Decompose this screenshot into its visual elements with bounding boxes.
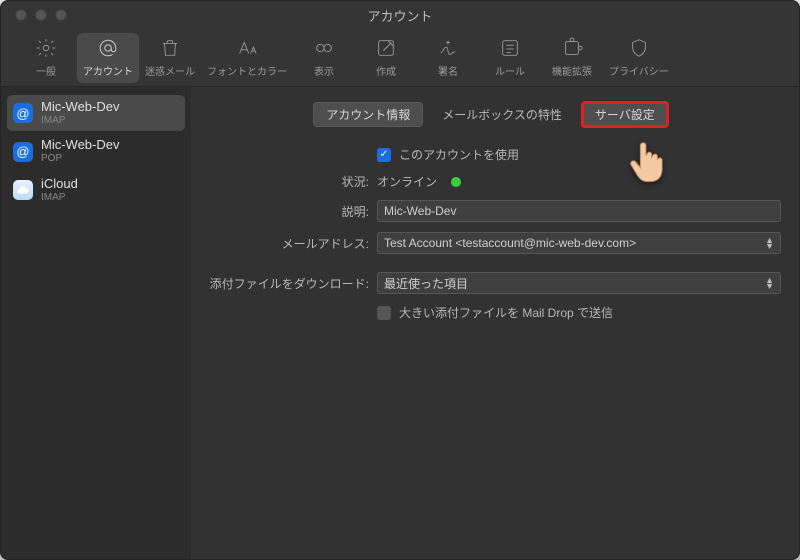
toolbar-label: 署名	[438, 63, 458, 78]
window-title: アカウント	[1, 6, 799, 25]
download-select[interactable]: 最近使った項目 ▲▼	[377, 272, 781, 294]
titlebar: アカウント	[1, 1, 799, 29]
enable-account-label: このアカウントを使用	[399, 146, 519, 163]
toolbar-accounts[interactable]: アカウント	[77, 33, 139, 83]
settings-panel: アカウント情報 メールボックスの特性 サーバ設定 ✓ このアカウントを使用 状況…	[191, 87, 799, 559]
eyes-icon	[313, 37, 335, 59]
trash-icon	[159, 37, 181, 59]
account-type: IMAP	[41, 115, 120, 127]
preferences-window: アカウント 一般 アカウント 迷惑メール フォントとカラー 表示 作成 署	[0, 0, 800, 560]
toolbar-composing[interactable]: 作成	[355, 33, 417, 83]
at-icon: @	[13, 142, 33, 162]
row-email: メールアドレス: Test Account <testaccount@mic-w…	[201, 232, 781, 254]
toolbar-label: ルール	[495, 63, 525, 78]
toolbar-label: 機能拡張	[552, 63, 592, 78]
row-maildrop: 大きい添付ファイルを Mail Drop で送信	[201, 304, 781, 321]
tabbar: アカウント情報 メールボックスの特性 サーバ設定	[201, 101, 781, 128]
toolbar-label: プライバシー	[609, 63, 669, 78]
compose-icon	[375, 37, 397, 59]
rules-icon	[499, 37, 521, 59]
tab-account-info[interactable]: アカウント情報	[313, 102, 423, 127]
row-enable-account: ✓ このアカウントを使用	[201, 146, 781, 163]
extension-icon	[561, 37, 583, 59]
signature-icon	[437, 37, 459, 59]
maildrop-checkbox[interactable]	[377, 306, 391, 320]
cloud-icon	[13, 180, 33, 200]
toolbar: 一般 アカウント 迷惑メール フォントとカラー 表示 作成 署名 ルール	[1, 29, 799, 87]
email-select[interactable]: Test Account <testaccount@mic-web-dev.co…	[377, 232, 781, 254]
account-type: IMAP	[41, 192, 78, 204]
account-name: Mic-Web-Dev	[41, 100, 120, 115]
at-icon: @	[13, 103, 33, 123]
row-description: 説明: Mic-Web-Dev	[201, 200, 781, 222]
email-label: メールアドレス:	[201, 235, 369, 252]
font-icon	[236, 37, 258, 59]
row-download: 添付ファイルをダウンロード: 最近使った項目 ▲▼	[201, 272, 781, 294]
enable-account-checkbox[interactable]: ✓	[377, 148, 391, 162]
at-icon	[97, 37, 119, 59]
account-type: POP	[41, 153, 120, 165]
account-name: iCloud	[41, 177, 78, 192]
toolbar-label: 表示	[314, 63, 334, 78]
download-label: 添付ファイルをダウンロード:	[201, 275, 369, 292]
chevron-updown-icon: ▲▼	[765, 237, 774, 249]
account-item[interactable]: iCloud IMAP	[7, 172, 185, 208]
gear-icon	[35, 37, 57, 59]
toolbar-signatures[interactable]: 署名	[417, 33, 479, 83]
toolbar-label: 迷惑メール	[145, 63, 195, 78]
account-item[interactable]: @ Mic-Web-Dev POP	[7, 133, 185, 169]
toolbar-label: アカウント	[83, 63, 133, 78]
status-label: 状況:	[201, 173, 369, 190]
toolbar-fonts[interactable]: フォントとカラー	[201, 33, 293, 83]
toolbar-junk[interactable]: 迷惑メール	[139, 33, 201, 83]
account-item[interactable]: @ Mic-Web-Dev IMAP	[7, 95, 185, 131]
toolbar-label: 一般	[36, 63, 56, 78]
description-label: 説明:	[201, 203, 369, 220]
chevron-updown-icon: ▲▼	[765, 277, 774, 289]
account-name: Mic-Web-Dev	[41, 138, 120, 153]
status-value: オンライン	[377, 173, 437, 190]
toolbar-privacy[interactable]: プライバシー	[603, 33, 675, 83]
privacy-icon	[628, 37, 650, 59]
toolbar-viewing[interactable]: 表示	[293, 33, 355, 83]
toolbar-general[interactable]: 一般	[15, 33, 77, 83]
toolbar-label: 作成	[376, 63, 396, 78]
maildrop-label: 大きい添付ファイルを Mail Drop で送信	[399, 304, 613, 321]
status-online-icon	[451, 177, 461, 187]
toolbar-rules[interactable]: ルール	[479, 33, 541, 83]
tab-server-settings[interactable]: サーバ設定	[581, 101, 669, 128]
content: @ Mic-Web-Dev IMAP @ Mic-Web-Dev POP iCl	[1, 87, 799, 559]
row-status: 状況: オンライン	[201, 173, 781, 190]
tab-mailbox-behaviors[interactable]: メールボックスの特性	[429, 102, 575, 127]
description-input[interactable]: Mic-Web-Dev	[377, 200, 781, 222]
toolbar-extensions[interactable]: 機能拡張	[541, 33, 603, 83]
toolbar-label: フォントとカラー	[207, 63, 287, 78]
account-sidebar: @ Mic-Web-Dev IMAP @ Mic-Web-Dev POP iCl	[1, 87, 191, 559]
